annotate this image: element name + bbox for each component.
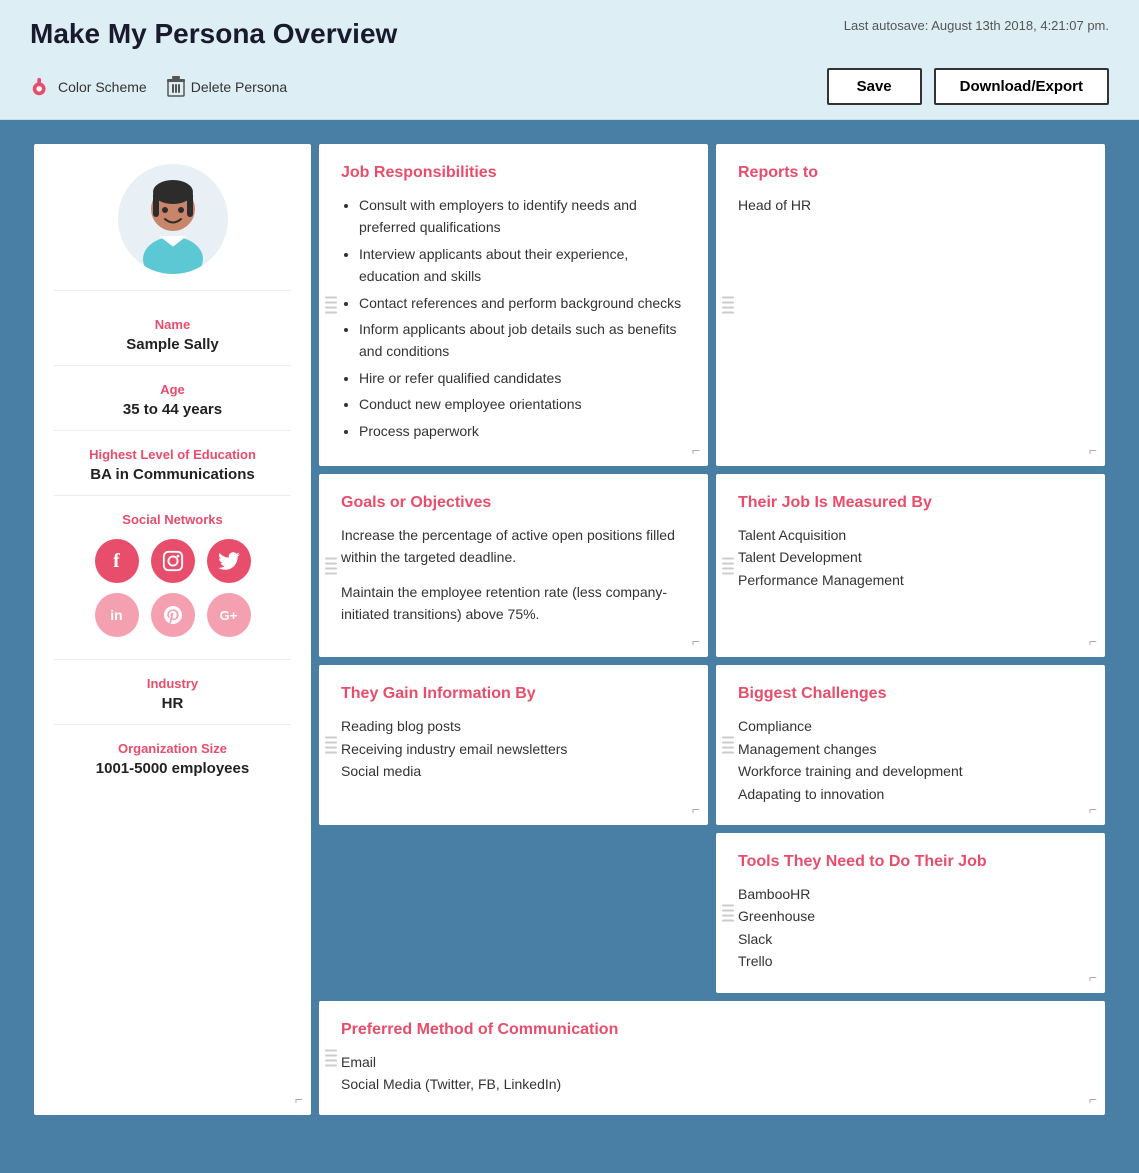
autosave-text: Last autosave: August 13th 2018, 4:21:07… xyxy=(844,18,1109,33)
list-item: Management changes xyxy=(738,738,1083,760)
list-item: Hire or refer qualified candidates xyxy=(359,367,686,389)
list-item: Inform applicants about job details such… xyxy=(359,318,686,363)
download-button[interactable]: Download/Export xyxy=(934,68,1109,105)
list-item: Maintain the employee retention rate (le… xyxy=(341,581,686,626)
job-responsibilities-title: Job Responsibilities xyxy=(341,164,686,182)
pinterest-icon[interactable] xyxy=(151,593,195,637)
googleplus-icon[interactable]: G+ xyxy=(207,593,251,637)
avatar xyxy=(118,164,228,274)
education-label: Highest Level of Education xyxy=(54,447,291,462)
list-item: Compliance xyxy=(738,715,1083,737)
tools-card: Tools They Need to Do Their Job BambooHR… xyxy=(716,833,1105,993)
list-item: Adapating to innovation xyxy=(738,783,1083,805)
list-item: Social Media (Twitter, FB, LinkedIn) xyxy=(341,1073,1083,1095)
social-networks-block: Social Networks f xyxy=(54,500,291,660)
social-icons-row-2: in G+ xyxy=(54,593,291,637)
communication-card: Preferred Method of Communication EmailS… xyxy=(319,1001,1105,1116)
list-item: Workforce training and development xyxy=(738,760,1083,782)
facebook-icon[interactable]: f xyxy=(95,539,139,583)
name-block: Name Sample Sally xyxy=(54,305,291,366)
reports-to-title: Reports to xyxy=(738,164,1083,182)
drag-handle-tools xyxy=(722,904,734,921)
drag-handle-goals xyxy=(325,557,337,574)
reports-to-content: Head of HR xyxy=(738,194,1083,216)
list-item: BambooHR xyxy=(738,883,1083,905)
age-value: 35 to 44 years xyxy=(54,401,291,418)
industry-value: HR xyxy=(54,695,291,712)
job-measured-card: Their Job Is Measured By Talent Acquisit… xyxy=(716,474,1105,658)
list-item: Increase the percentage of active open p… xyxy=(341,524,686,569)
social-networks-label: Social Networks xyxy=(54,512,291,527)
list-item: Talent Acquisition xyxy=(738,524,1083,546)
drag-handle-gaininfo xyxy=(325,737,337,754)
page-title: Make My Persona Overview xyxy=(30,18,397,50)
linkedin-icon[interactable]: in xyxy=(95,593,139,637)
list-item: Receiving industry email newsletters xyxy=(341,738,686,760)
list-item: Social media xyxy=(341,760,686,782)
challenges-content: ComplianceManagement changesWorkforce tr… xyxy=(738,715,1083,805)
job-responsibilities-card: Job Responsibilities Consult with employ… xyxy=(319,144,708,466)
delete-persona-button[interactable]: Delete Persona xyxy=(167,76,288,98)
goals-title: Goals or Objectives xyxy=(341,494,686,512)
list-item: Contact references and perform backgroun… xyxy=(359,292,686,314)
list-item: Slack xyxy=(738,928,1083,950)
communication-title: Preferred Method of Communication xyxy=(341,1021,1083,1039)
list-item: Trello xyxy=(738,950,1083,972)
goals-content: Increase the percentage of active open p… xyxy=(341,524,686,626)
left-profile-panel: Name Sample Sally Age 35 to 44 years Hig… xyxy=(34,144,311,1115)
avatar-section xyxy=(54,164,291,291)
right-actions: Save Download/Export xyxy=(827,68,1109,105)
instagram-icon[interactable] xyxy=(151,539,195,583)
left-actions: Color Scheme Delete Persona xyxy=(30,76,287,98)
name-value: Sample Sally xyxy=(54,336,291,353)
list-item: Process paperwork xyxy=(359,420,686,442)
list-item: Reading blog posts xyxy=(341,715,686,737)
save-button[interactable]: Save xyxy=(827,68,922,105)
job-responsibilities-content: Consult with employers to identify needs… xyxy=(341,194,686,442)
goals-card: Goals or Objectives Increase the percent… xyxy=(319,474,708,658)
drag-handle-comm xyxy=(325,1049,337,1066)
gain-info-card: They Gain Information By Reading blog po… xyxy=(319,665,708,825)
color-scheme-icon xyxy=(30,76,52,98)
job-measured-content: Talent AcquisitionTalent DevelopmentPerf… xyxy=(738,524,1083,591)
org-size-value: 1001-5000 employees xyxy=(54,760,291,777)
reports-to-card: Reports to Head of HR xyxy=(716,144,1105,466)
challenges-card: Biggest Challenges ComplianceManagement … xyxy=(716,665,1105,825)
drag-handle-challenges xyxy=(722,737,734,754)
gain-info-content: Reading blog postsReceiving industry ema… xyxy=(341,715,686,782)
age-label: Age xyxy=(54,382,291,397)
list-item: Conduct new employee orientations xyxy=(359,393,686,415)
twitter-icon[interactable] xyxy=(207,539,251,583)
list-item: Greenhouse xyxy=(738,905,1083,927)
tools-content: BambooHRGreenhouseSlackTrello xyxy=(738,883,1083,973)
social-icons-row-1: f xyxy=(54,539,291,583)
drag-handle-reports xyxy=(722,296,734,313)
industry-block: Industry HR xyxy=(54,664,291,725)
education-value: BA in Communications xyxy=(54,466,291,483)
delete-persona-label: Delete Persona xyxy=(191,79,288,95)
color-scheme-button[interactable]: Color Scheme xyxy=(30,76,147,98)
communication-content: EmailSocial Media (Twitter, FB, LinkedIn… xyxy=(341,1051,1083,1096)
gain-info-title: They Gain Information By xyxy=(341,685,686,703)
drag-handle-measured xyxy=(722,557,734,574)
age-block: Age 35 to 44 years xyxy=(54,370,291,431)
list-item: Consult with employers to identify needs… xyxy=(359,194,686,239)
list-item: Interview applicants about their experie… xyxy=(359,243,686,288)
list-item: Performance Management xyxy=(738,569,1083,591)
drag-handle-job-resp xyxy=(325,296,337,313)
color-scheme-label: Color Scheme xyxy=(58,79,147,95)
list-item: Talent Development xyxy=(738,546,1083,568)
education-block: Highest Level of Education BA in Communi… xyxy=(54,435,291,496)
org-size-block: Organization Size 1001-5000 employees xyxy=(54,729,291,789)
org-size-label: Organization Size xyxy=(54,741,291,756)
name-label: Name xyxy=(54,317,291,332)
challenges-title: Biggest Challenges xyxy=(738,685,1083,703)
reports-to-value: Head of HR xyxy=(738,197,811,213)
list-item: Email xyxy=(341,1051,1083,1073)
job-measured-title: Their Job Is Measured By xyxy=(738,494,1083,512)
trash-icon xyxy=(167,76,185,98)
industry-label: Industry xyxy=(54,676,291,691)
tools-title: Tools They Need to Do Their Job xyxy=(738,853,1083,871)
